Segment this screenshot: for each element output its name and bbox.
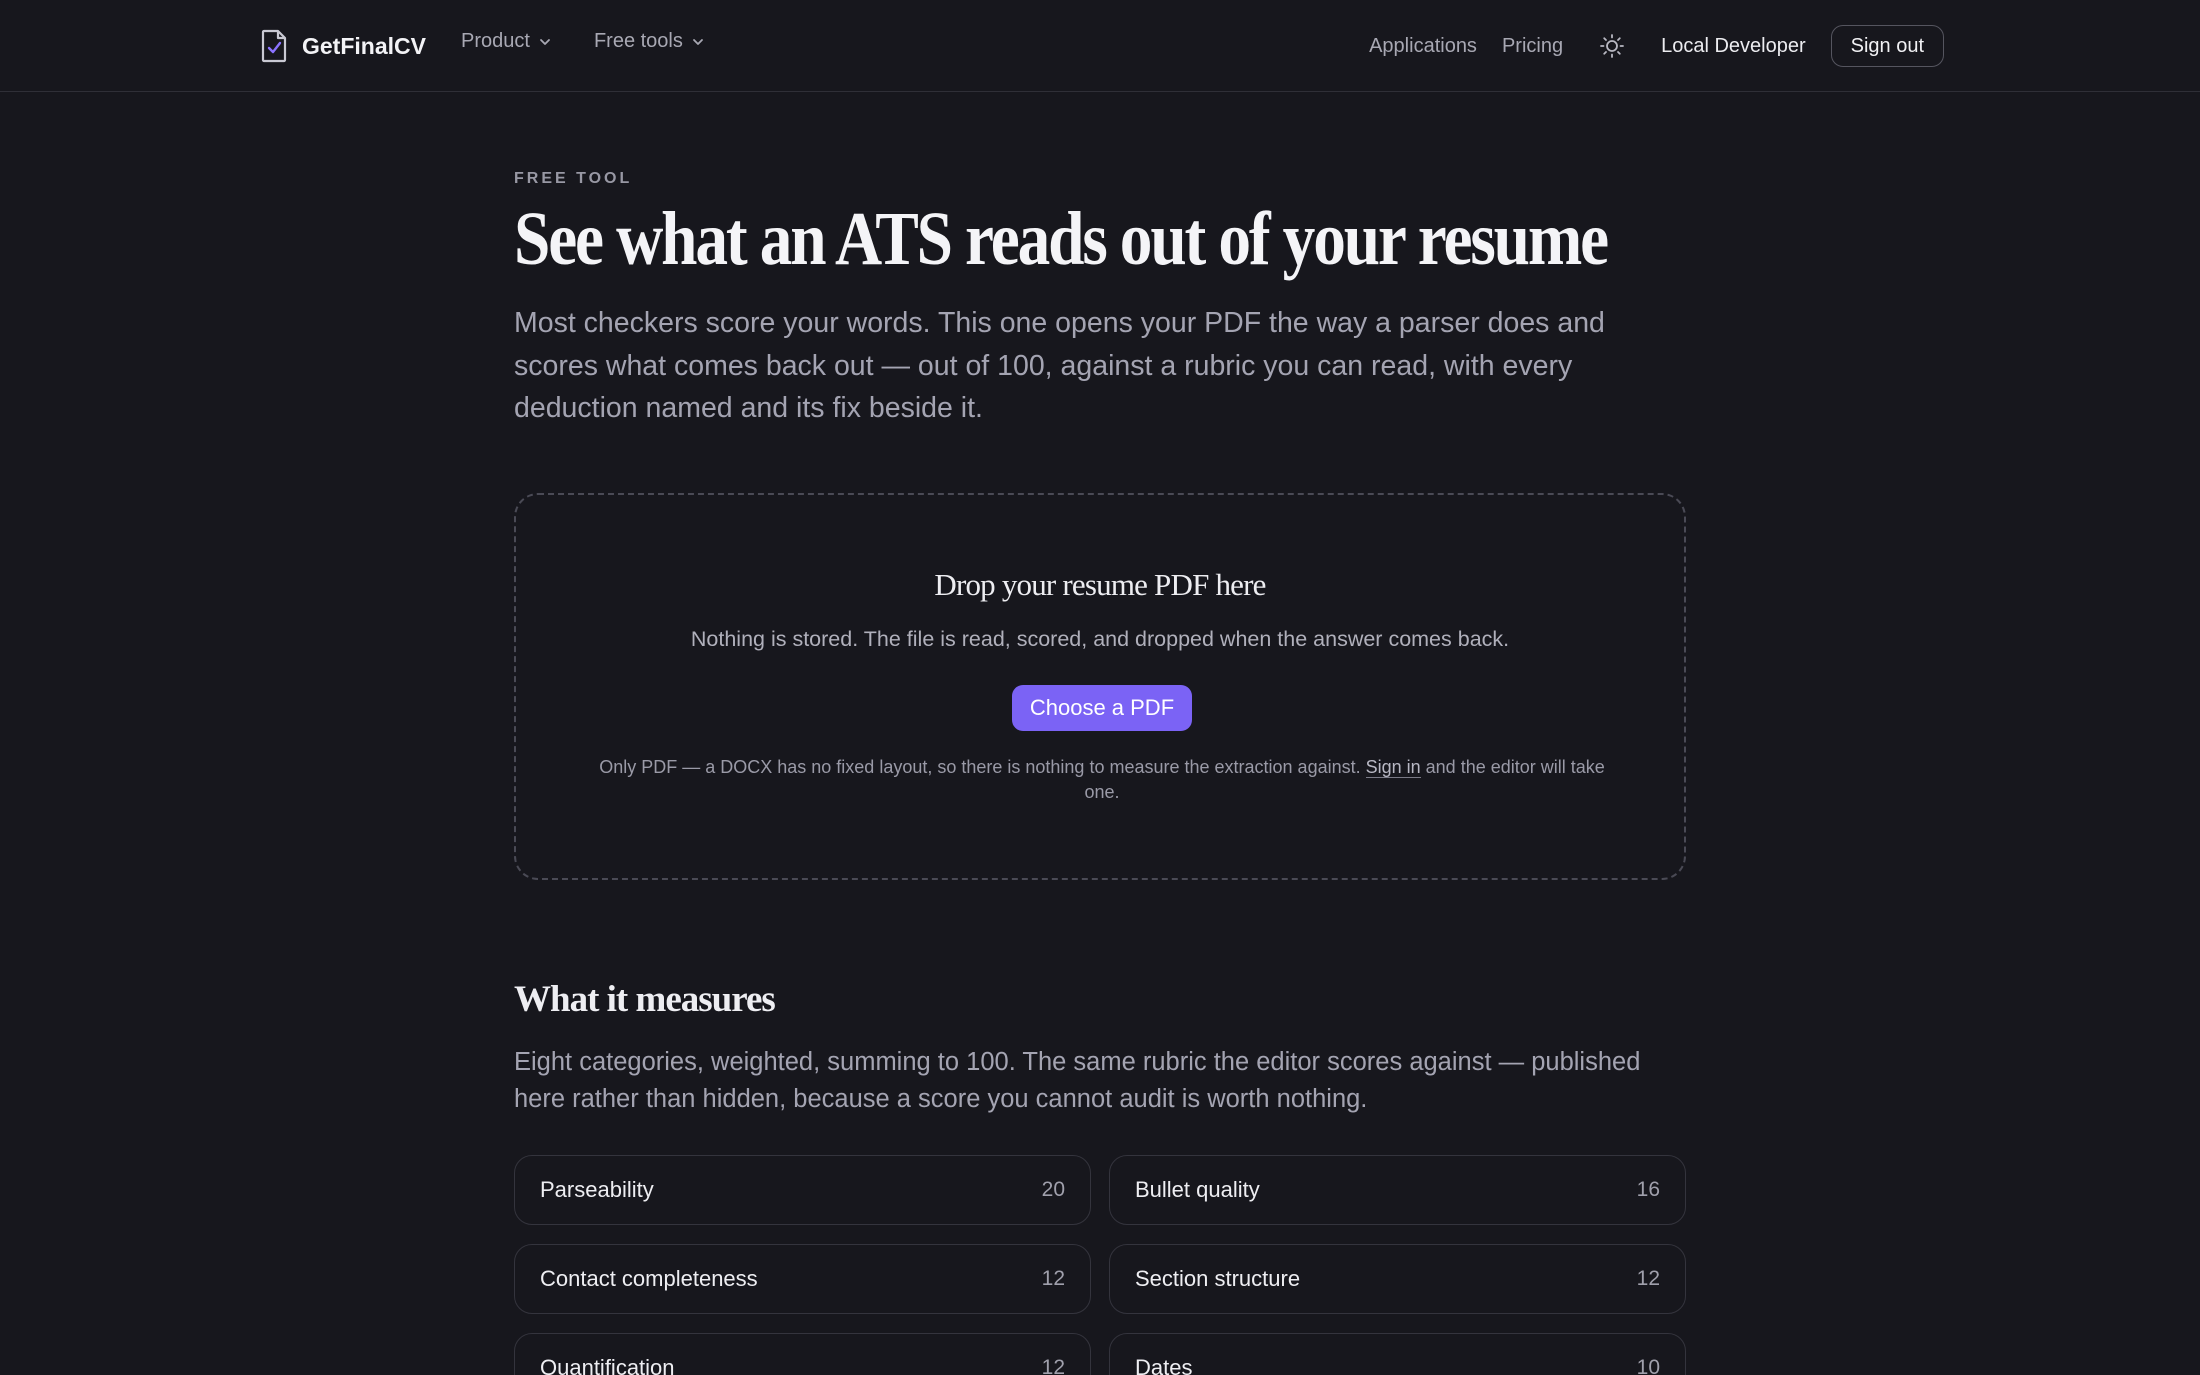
category-weight: 16 [1636,1178,1660,1201]
category-weight: 20 [1041,1178,1065,1201]
brand-name: GetFinalCV [302,32,426,59]
dropzone-privacy-note: Nothing is stored. The file is read, sco… [690,627,1510,651]
account-nav: Applications Pricing Local Developer Sig… [1344,25,1944,67]
dropzone-footnote: Only PDF — a DOCX has no fixed layout, s… [586,755,1618,805]
category-name: Section structure [1135,1266,1301,1291]
category-card: Contact completeness 12 [514,1244,1091,1314]
category-weight: 12 [1636,1267,1660,1290]
category-name: Bullet quality [1135,1177,1260,1202]
category-weight: 12 [1041,1267,1065,1290]
footnote-text: Only PDF — a DOCX has no fixed layout, s… [599,757,1366,777]
section-heading: What it measures [514,979,776,1020]
category-grid: Parseability 20 Bullet quality 16 Contac… [514,1155,1686,1375]
category-name: Quantification [540,1355,675,1375]
pricing-link[interactable]: Pricing [1502,35,1563,58]
eyebrow-label: FREE TOOL [514,170,633,187]
category-card: Section structure 12 [1109,1244,1686,1314]
chevron-down-icon [692,38,703,45]
brand-logo-link[interactable]: GetFinalCV [260,28,426,64]
applications-link[interactable]: Applications [1369,35,1477,58]
sign-out-button[interactable]: Sign out [1830,25,1944,67]
section-description: Eight categories, weighted, summing to 1… [514,1048,1641,1113]
product-menu-label: Product [461,30,530,52]
category-name: Contact completeness [540,1266,758,1291]
page-subtitle: Most checkers score your words. This one… [514,307,1605,424]
document-check-icon [261,29,287,63]
free-tools-menu-label: Free tools [593,30,683,52]
page-title: See what an ATS reads out of your resume [514,197,1609,281]
category-name: Dates [1135,1355,1193,1375]
category-card: Quantification 12 [514,1333,1091,1375]
user-name[interactable]: Local Developer [1661,35,1806,58]
choose-pdf-button[interactable]: Choose a PDF [1012,685,1192,731]
sign-in-link[interactable]: Sign in [1365,757,1421,778]
category-name: Parseability [540,1177,654,1202]
primary-nav: Product Free tools [461,30,747,53]
free-tools-menu[interactable]: Free tools [594,30,705,53]
category-card: Parseability 20 [514,1155,1091,1225]
page: GetFinalCV Product Free tools Applicatio… [0,0,2200,1375]
pdf-dropzone[interactable]: Drop your resume PDF here Nothing is sto… [514,493,1686,880]
chevron-down-icon [540,38,550,45]
category-card: Dates 10 [1109,1333,1686,1375]
category-card: Bullet quality 16 [1109,1155,1686,1225]
sun-icon [1600,34,1624,58]
product-menu[interactable]: Product [461,30,552,53]
dropzone-title: Drop your resume PDF here [934,567,1266,602]
category-weight: 10 [1636,1356,1660,1375]
category-weight: 12 [1041,1356,1065,1375]
theme-toggle-button[interactable] [1598,32,1626,60]
top-navigation-bar: GetFinalCV Product Free tools Applicatio… [0,0,2200,92]
